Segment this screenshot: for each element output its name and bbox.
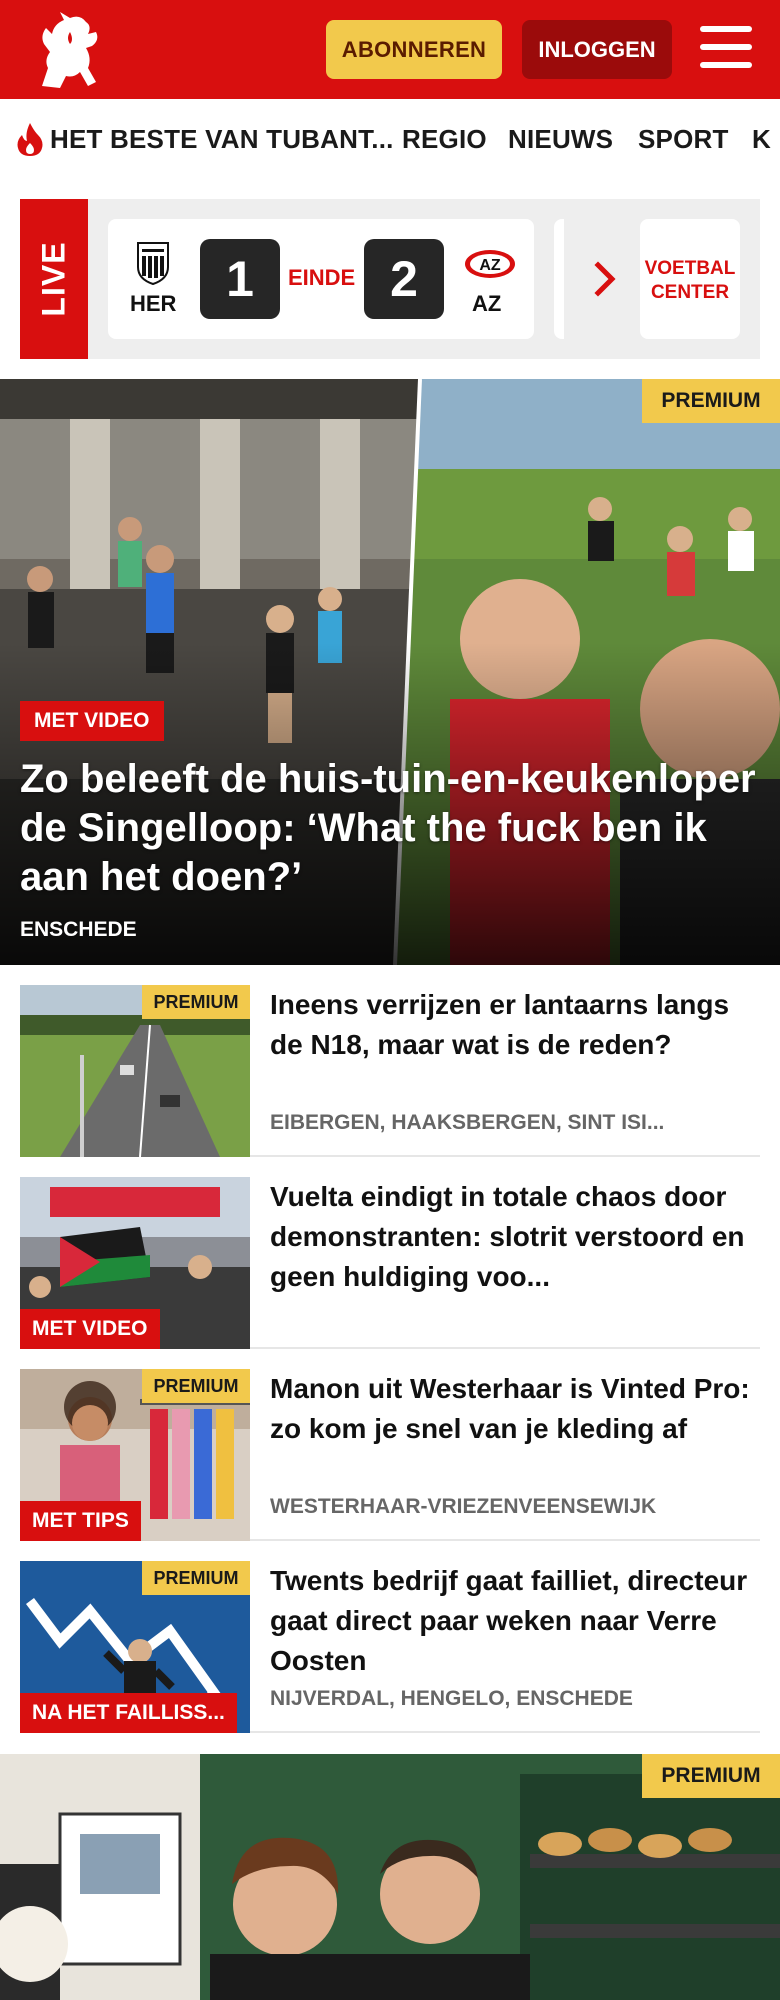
premium-badge: PREMIUM	[642, 379, 780, 423]
premium-badge: PREMIUM	[142, 985, 250, 1019]
hamburger-menu-icon[interactable]	[700, 26, 752, 72]
voetbal-center-label: VOETBAL CENTER	[644, 258, 736, 303]
match-card[interactable]: HER 1 EINDE 2 AZ AZ	[108, 219, 534, 339]
list-item[interactable]: PREMIUM NA HET FAILLISS... Twents bedrij…	[20, 1561, 760, 1733]
article-tag: NA HET FAILLISS...	[20, 1693, 237, 1733]
chevron-right-icon[interactable]	[590, 259, 620, 299]
hero-title[interactable]: Zo beleeft de huis-tuin-en-keukenlo­per …	[20, 755, 760, 902]
article-location: WESTERHAAR-VRIEZENVEENSEWIJK	[270, 1495, 657, 1518]
article-tag: MET VIDEO	[20, 1309, 160, 1349]
list-item[interactable]: MET VIDEO Vuelta eindigt in totale chaos…	[20, 1177, 760, 1349]
next-match-card-edge[interactable]	[554, 219, 564, 339]
flame-icon	[17, 123, 43, 156]
article-title[interactable]: Manon uit Westerhaar is Vinted Pro: zo k…	[270, 1369, 760, 1449]
article-thumbnail: PREMIUM MET TIPS	[20, 1369, 250, 1541]
voetbal-center-card[interactable]: VOETBAL CENTER	[640, 219, 740, 339]
list-item[interactable]: PREMIUM Ineens verrijzen er lantaarns la…	[20, 985, 760, 1157]
heracles-crest-icon	[137, 242, 169, 285]
article-location: NIJVERDAL, HENGELO, ENSCHEDE	[270, 1687, 633, 1710]
article-title[interactable]: Vuelta eindigt in totale chaos door demo…	[270, 1177, 760, 1297]
premium-badge: PREMIUM	[142, 1369, 250, 1403]
subscribe-button[interactable]: ABONNEREN	[326, 20, 502, 79]
nav-item-het-beste[interactable]: HET BESTE VAN TUBANT...	[50, 124, 394, 155]
away-score: 2	[364, 239, 444, 319]
home-team-name: HER	[130, 291, 177, 316]
away-team-name: AZ	[472, 291, 502, 316]
article-thumbnail: PREMIUM NA HET FAILLISS...	[20, 1561, 250, 1733]
home-score: 1	[200, 239, 280, 319]
az-crest-icon: AZ	[465, 250, 515, 278]
hero-tag: MET VIDEO	[20, 701, 164, 741]
article-title[interactable]: Twents bedrijf gaat failliet, directeur …	[270, 1561, 760, 1681]
login-button[interactable]: INLOGGEN	[522, 20, 672, 79]
premium-badge: PREMIUM	[142, 1561, 250, 1595]
live-scores-strip: LIVE HER 1 EINDE 2 AZ AZ VOETBAL CENTER	[20, 199, 760, 359]
hero-location: ENSCHEDE	[20, 918, 137, 941]
hero-article[interactable]: PREMIUM MET VIDEO Zo beleeft de huis-tui…	[0, 379, 780, 965]
nav-item-next[interactable]: K	[752, 124, 771, 155]
match-status: EINDE	[288, 265, 356, 290]
nav-item-nieuws[interactable]: NIEUWS	[508, 124, 613, 155]
list-item[interactable]: PREMIUM MET TIPS Manon uit Westerhaar is…	[20, 1369, 760, 1541]
premium-badge: PREMIUM	[642, 1754, 780, 1798]
top-bar: ABONNEREN INLOGGEN	[0, 0, 780, 99]
article-thumbnail: MET VIDEO	[20, 1177, 250, 1349]
article-thumbnail: PREMIUM	[20, 985, 250, 1157]
tubantia-logo-icon[interactable]	[30, 8, 110, 92]
nav-item-regio[interactable]: REGIO	[402, 124, 487, 155]
section-nav: HET BESTE VAN TUBANT... REGIO NIEUWS SPO…	[0, 99, 780, 181]
article-location: EIBERGEN, HAAKSBERGEN, SINT ISI...	[270, 1111, 665, 1134]
live-label: LIVE	[20, 199, 88, 359]
article-title[interactable]: Ineens verrijzen er lantaarns langs de N…	[270, 985, 760, 1065]
article-tag: MET TIPS	[20, 1501, 141, 1541]
next-hero-article[interactable]: PREMIUM	[0, 1754, 780, 2000]
svg-text:AZ: AZ	[479, 257, 501, 274]
nav-item-sport[interactable]: SPORT	[638, 124, 729, 155]
